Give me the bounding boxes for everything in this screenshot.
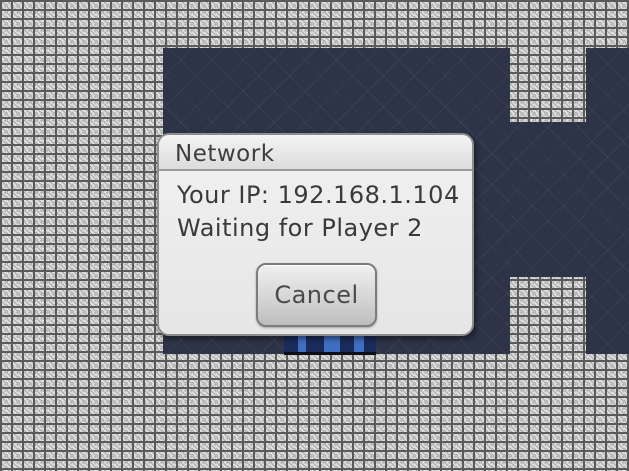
network-dialog: Network Your IP: 192.168.1.104 Waiting f…	[157, 133, 474, 336]
level-floor-right	[586, 48, 629, 354]
level-floor-corridor	[510, 122, 586, 277]
dialog-body: Your IP: 192.168.1.104 Waiting for Playe…	[159, 171, 472, 245]
ip-address-text: Your IP: 192.168.1.104	[177, 181, 460, 209]
cancel-button[interactable]: Cancel	[256, 263, 377, 327]
dialog-title: Network	[159, 135, 472, 171]
waiting-status-text: Waiting for Player 2	[177, 214, 423, 242]
player-sprite	[284, 336, 376, 355]
